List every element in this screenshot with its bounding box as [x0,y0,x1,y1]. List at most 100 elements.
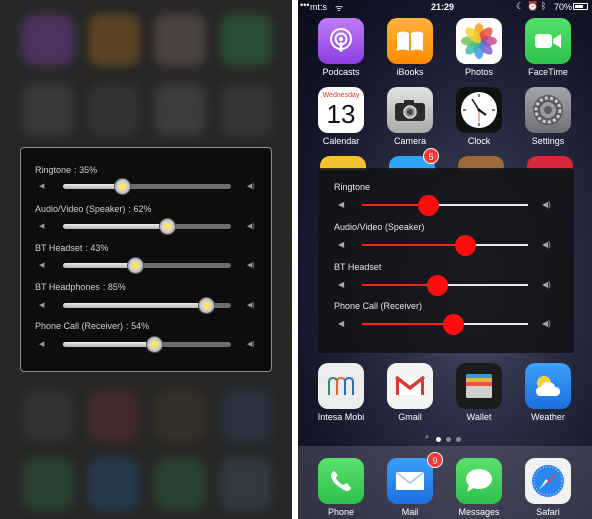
blurred-safari-icon [220,458,272,510]
speaker-high-icon: ◀) [247,302,255,309]
app-label: Phone [327,507,355,517]
calendar-day: Wednesday [322,92,360,99]
status-bar: ••• mt:s ᯤ 21:29 ☾ ⏰ ᛒ 70% [298,0,592,14]
volume-slider-track[interactable] [362,204,528,206]
volume-panel: Ringtone ◀ ◀) Audio/Video (Speaker) ◀ ◀)… [318,168,574,353]
speaker-low-icon: ◀ [39,183,45,190]
app-facetime[interactable]: FaceTime [519,18,577,77]
app-label: Weather [531,412,565,422]
blurred-app-icon [22,390,74,442]
volume-panel: Ringtone: 35% ◀ ◀) Audio/Video (Speaker)… [20,147,272,372]
speaker-low-icon: ◀ [39,341,45,348]
app-label: Messages [458,507,500,517]
volume-slider-fill [362,323,454,325]
app-safari[interactable]: Safari [519,458,577,517]
volume-slider-track[interactable] [63,263,231,268]
blurred-mail-icon [88,458,140,510]
wallet-icon [456,363,502,409]
volume-slider-thumb[interactable] [127,257,145,274]
volume-slider-thumb[interactable] [418,195,440,216]
row-value: 85% [107,282,126,292]
calendar-date: 13 [326,99,356,129]
volume-slider-track[interactable] [362,244,528,246]
app-label: iBooks [396,67,424,77]
app-intesa-mobi[interactable]: Intesa Mobi [312,363,370,422]
app-photos[interactable]: Photos [450,18,508,77]
phone-icon [318,458,364,504]
app-label: Camera [393,136,426,146]
mail-icon [387,458,433,504]
messages-icon [456,458,502,504]
row-name: Phone Call (Receiver) [334,301,423,311]
app-messages[interactable]: Messages [450,458,508,517]
volume-slider-thumb[interactable] [197,297,215,314]
alarm-icon: ⏰ [527,1,539,11]
speaker-high-icon: ◀) [542,319,551,328]
app-label: Mail [401,507,419,517]
speaker-high-icon: ◀) [542,200,551,209]
battery-icon [573,3,588,10]
blurred-calendar-icon [22,84,74,136]
app-label: Wallet [466,412,492,422]
blurred-clock-icon [154,84,206,136]
speaker-low-icon: ◀ [338,319,345,328]
app-camera[interactable]: Camera [381,87,439,146]
speaker-high-icon: ◀) [542,280,551,289]
volume-slider-track[interactable] [63,224,231,229]
blurred-app-icon [154,390,206,442]
volume-row-label: BT Headphones: 85% [35,282,126,292]
volume-row-label: BT Headset: 43% [35,243,109,253]
volume-slider-thumb[interactable] [426,275,448,296]
volume-slider-fill [362,244,465,246]
volume-slider-thumb[interactable] [159,218,177,235]
volume-slider-thumb[interactable] [443,314,465,335]
volume-slider-track[interactable] [63,184,231,189]
page-dot[interactable] [446,437,451,442]
moon-icon: ☾ [516,1,525,11]
app-label: Clock [467,136,491,146]
app-ibooks[interactable]: iBooks [381,18,439,77]
row-name: BT Headphones [35,282,100,292]
app-clock[interactable]: Clock [450,87,508,146]
status-time: 21:29 [431,2,455,12]
volume-slider-thumb[interactable] [145,336,163,353]
row-name: Ringtone [334,182,371,192]
row-value: 54% [131,321,150,331]
right-screenshot: ••• mt:s ᯤ 21:29 ☾ ⏰ ᛒ 70% Podcasts iBoo… [298,0,592,519]
app-settings[interactable]: Settings [519,87,577,146]
volume-slider-fill [362,284,437,286]
blurred-facetime-icon [220,14,272,66]
left-screenshot: Ringtone: 35% ◀ ◀) Audio/Video (Speaker)… [0,0,292,519]
app-weather[interactable]: Weather [519,363,577,422]
blurred-settings-icon [220,84,272,136]
row-name: BT Headset [35,243,83,253]
page-dot-active[interactable] [436,437,441,442]
volume-slider-thumb[interactable] [113,178,131,195]
app-label: Photos [464,67,494,77]
blurred-messages-icon [154,458,206,510]
blurred-ibooks-icon [88,14,140,66]
app-gmail[interactable]: Gmail [381,363,439,422]
facetime-icon [525,18,571,64]
page-dot[interactable] [456,437,461,442]
speaker-low-icon: ◀ [338,200,345,209]
blurred-photos-icon [154,14,206,66]
row-name: Audio/Video (Speaker) [35,204,126,214]
volume-slider-thumb[interactable] [454,235,476,256]
app-phone[interactable]: Phone [312,458,370,517]
app-wallet[interactable]: Wallet [450,363,508,422]
signal-dots-icon: ••• [300,0,310,10]
app-calendar[interactable]: Wednesday 13 Calendar [312,87,370,146]
blurred-app-icon [88,390,140,442]
safari-icon [525,458,571,504]
bluetooth-icon: ᛒ [541,1,547,11]
app-label: Podcasts [322,67,360,77]
speaker-high-icon: ◀) [247,223,255,230]
app-podcasts[interactable]: Podcasts [312,18,370,77]
row-name: BT Headset [334,262,382,272]
settings-icon [525,87,571,133]
app-mail[interactable]: 9 Mail [381,452,443,517]
notification-badge: 5 [423,148,439,164]
weather-icon [525,363,571,409]
row-value: 43% [90,243,109,253]
